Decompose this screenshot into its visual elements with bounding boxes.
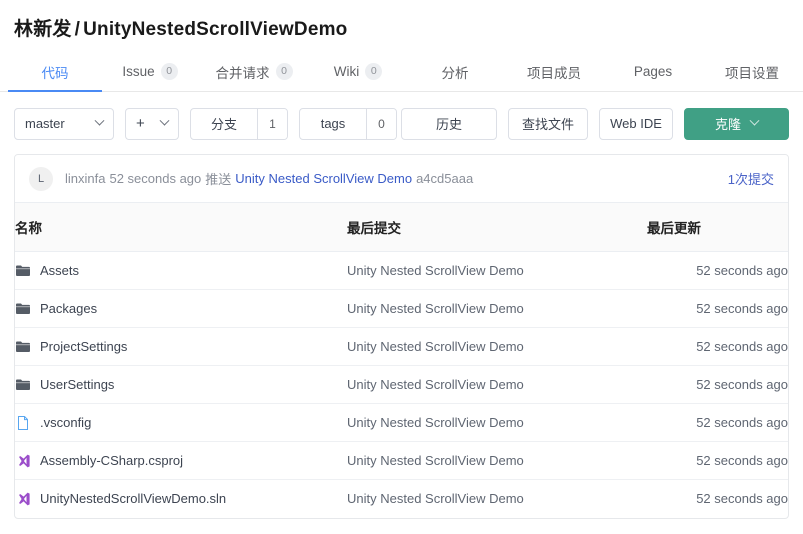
tab-wiki-badge: 0 — [365, 63, 383, 80]
table-row[interactable]: Assembly-CSharp.csproj Unity Nested Scro… — [15, 441, 788, 480]
table-row[interactable]: .vsconfig Unity Nested ScrollView Demo 5… — [15, 403, 788, 442]
commit-time: 52 seconds ago — [109, 171, 202, 186]
table-row[interactable]: Packages Unity Nested ScrollView Demo 52… — [15, 289, 788, 328]
file-table: 名称 最后提交 最后更新 Assets Unity Nested ScrollV… — [15, 203, 788, 518]
tab-analytics[interactable]: 分析 — [406, 52, 504, 91]
repo-name-link[interactable]: UnityNestedScrollViewDemo — [83, 19, 347, 40]
table-row[interactable]: UserSettings Unity Nested ScrollView Dem… — [15, 365, 788, 404]
repo-toolbar: master + 分支 1 tags 0 历史 查找文件 Web IDE 克隆 — [0, 92, 803, 142]
chevron-down-icon — [94, 115, 105, 126]
tab-issue-badge: 0 — [160, 63, 178, 80]
chevron-down-icon — [749, 115, 760, 126]
clone-button[interactable]: 克隆 — [684, 107, 789, 140]
row-updated-time: 52 seconds ago — [647, 327, 788, 366]
table-header-row: 名称 最后提交 最后更新 — [15, 203, 788, 252]
tab-code[interactable]: 代码 — [8, 52, 102, 92]
branch-selector-value: master — [25, 116, 65, 131]
row-commit-message[interactable]: Unity Nested ScrollView Demo — [347, 251, 647, 290]
tab-analytics-label: 分析 — [441, 65, 469, 81]
tab-merge-requests-label: 合并请求 — [215, 65, 270, 81]
table-row[interactable]: UnityNestedScrollViewDemo.sln Unity Nest… — [15, 480, 788, 518]
table-row[interactable]: ProjectSettings Unity Nested ScrollView … — [15, 327, 788, 366]
visual-studio-icon — [15, 453, 31, 469]
tab-pages[interactable]: Pages — [604, 52, 702, 91]
tab-merge-requests[interactable]: 合并请求 0 — [198, 52, 310, 91]
chevron-down-icon — [159, 115, 170, 126]
latest-commit-bar: L linxinfa 52 seconds ago 推送 Unity Neste… — [15, 155, 788, 203]
file-browser-card: L linxinfa 52 seconds ago 推送 Unity Neste… — [14, 154, 789, 519]
web-ide-button-label: Web IDE — [610, 116, 662, 131]
tab-members-label: 项目成员 — [527, 65, 581, 81]
file-name-link[interactable]: Assembly-CSharp.csproj — [40, 453, 183, 468]
table-row[interactable]: Assets Unity Nested ScrollView Demo 52 s… — [15, 251, 788, 290]
avatar: L — [29, 166, 53, 191]
tags-counter[interactable]: tags 0 — [299, 107, 397, 140]
find-file-button[interactable]: 查找文件 — [508, 107, 588, 140]
tab-issue[interactable]: Issue 0 — [102, 52, 198, 91]
branches-label: 分支 — [210, 117, 237, 132]
repository-page: 林新发 / UnityNestedScrollViewDemo 代码 Issue 0… — [0, 0, 803, 534]
add-new-button[interactable]: + — [125, 107, 179, 140]
tab-issue-label: Issue — [122, 64, 155, 79]
folder-icon — [15, 263, 31, 279]
commit-author[interactable]: linxinfa — [65, 171, 105, 186]
commit-action: 推送 — [205, 172, 232, 187]
file-name-link[interactable]: UserSettings — [40, 377, 114, 392]
row-updated-time: 52 seconds ago — [696, 491, 788, 507]
tab-wiki[interactable]: Wiki 0 — [310, 52, 406, 91]
branches-counter[interactable]: 分支 1 — [190, 107, 288, 140]
page-title-row: 林新发 / UnityNestedScrollViewDemo — [0, 0, 803, 44]
file-name-link[interactable]: Packages — [40, 301, 97, 316]
tab-pages-label: Pages — [633, 64, 673, 79]
row-commit-message[interactable]: Unity Nested ScrollView Demo — [347, 480, 647, 518]
web-ide-button[interactable]: Web IDE — [599, 107, 673, 140]
file-icon — [15, 415, 31, 431]
commit-sha[interactable]: a4cd5aaa — [416, 171, 473, 186]
tab-settings-label: 项目设置 — [725, 65, 779, 81]
file-name-link[interactable]: Assets — [40, 263, 79, 278]
row-updated-time: 52 seconds ago — [647, 403, 788, 442]
commit-count-link[interactable]: 1次提交 — [728, 169, 774, 188]
row-updated-time: 52 seconds ago — [647, 441, 788, 480]
file-name-link[interactable]: .vsconfig — [40, 415, 91, 430]
repo-owner-link[interactable]: 林新发 — [14, 19, 72, 40]
tab-merge-requests-badge: 0 — [275, 63, 293, 80]
column-header-name: 名称 — [15, 203, 347, 252]
row-commit-message[interactable]: Unity Nested ScrollView Demo — [347, 327, 647, 366]
history-button[interactable]: 历史 — [401, 107, 497, 140]
folder-icon — [15, 301, 31, 317]
plus-icon: + — [136, 115, 145, 132]
tab-code-label: 代码 — [41, 65, 69, 81]
tags-count: 0 — [366, 108, 396, 139]
find-file-button-label: 查找文件 — [522, 117, 575, 132]
tab-members[interactable]: 项目成员 — [504, 52, 604, 91]
tab-settings[interactable]: 项目设置 — [702, 52, 802, 91]
row-commit-message[interactable]: Unity Nested ScrollView Demo — [347, 441, 647, 480]
row-commit-message[interactable]: Unity Nested ScrollView Demo — [347, 289, 647, 328]
folder-icon — [15, 339, 31, 355]
row-commit-message[interactable]: Unity Nested ScrollView Demo — [347, 403, 647, 442]
breadcrumb-separator: / — [74, 18, 81, 40]
page-title: 林新发 / UnityNestedScrollViewDemo — [14, 14, 348, 41]
commit-message-link[interactable]: Unity Nested ScrollView Demo — [235, 171, 412, 186]
folder-icon — [15, 377, 31, 393]
column-header-last-update: 最后更新 — [647, 203, 788, 252]
row-commit-message[interactable]: Unity Nested ScrollView Demo — [347, 365, 647, 404]
nav-tabs: 代码 Issue 0 合并请求 0 Wiki 0 分析 项目成员 Pages 项… — [0, 52, 803, 92]
row-updated-time: 52 seconds ago — [647, 289, 788, 328]
branch-selector[interactable]: master — [14, 107, 114, 140]
branches-count: 1 — [257, 108, 287, 139]
column-header-last-commit: 最后提交 — [347, 203, 647, 252]
clone-button-label: 克隆 — [714, 117, 741, 132]
row-updated-time: 52 seconds ago — [647, 365, 788, 404]
file-name-link[interactable]: UnityNestedScrollViewDemo.sln — [40, 491, 226, 506]
file-name-link[interactable]: ProjectSettings — [40, 339, 127, 354]
tab-wiki-label: Wiki — [333, 64, 360, 79]
row-updated-time: 52 seconds ago — [647, 251, 788, 290]
history-button-label: 历史 — [435, 117, 462, 132]
tags-label: tags — [320, 116, 346, 131]
visual-studio-icon — [15, 491, 31, 507]
